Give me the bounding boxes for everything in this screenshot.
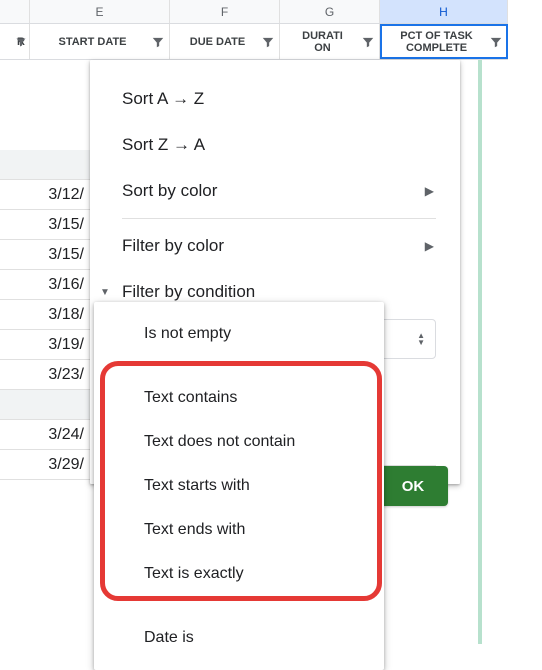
table-row[interactable]: 3/18/ — [0, 300, 90, 330]
option-text-is-exactly[interactable]: Text is exactly — [94, 552, 384, 596]
cell-value: 3/18/ — [48, 306, 84, 324]
sort-by-color[interactable]: Sort by color ▶ — [106, 168, 444, 214]
column-header-start-date: START DATE — [30, 24, 170, 59]
filter-by-condition-label: Filter by condition — [122, 282, 255, 302]
cell-value: 3/19/ — [48, 336, 84, 354]
condition-listbox: Is not empty Text contains Text does not… — [94, 302, 384, 670]
sort-za-label: Sort Z → A — [122, 135, 205, 155]
column-header-due-date: DUE DATE — [170, 24, 280, 59]
option-text-contains[interactable]: Text contains — [94, 376, 384, 420]
table-row[interactable]: 3/12/ — [0, 180, 90, 210]
option-date-is[interactable]: Date is — [94, 616, 384, 660]
column-letter-h[interactable]: H — [380, 0, 508, 23]
option-label: Text contains — [144, 389, 237, 407]
table-row[interactable]: 3/23/ — [0, 360, 90, 390]
sort-by-color-label: Sort by color — [122, 181, 217, 201]
chevron-right-icon: ▶ — [425, 239, 434, 253]
option-text-does-not-contain[interactable]: Text does not contain — [94, 420, 384, 464]
option-text-starts-with[interactable]: Text starts with — [94, 464, 384, 508]
column-header-partial: R — [0, 24, 30, 59]
table-row-shade — [0, 150, 90, 180]
ok-label: OK — [402, 478, 425, 495]
filter-by-color-label: Filter by color — [122, 236, 224, 256]
option-label: Text is exactly — [144, 565, 244, 583]
cell-value: 3/23/ — [48, 366, 84, 384]
filter-icon[interactable] — [489, 35, 503, 49]
updown-icon: ▲▼ — [417, 332, 425, 346]
filter-icon[interactable] — [151, 35, 165, 49]
divider — [122, 218, 436, 219]
cell-value: 3/15/ — [48, 246, 84, 264]
table-row[interactable]: 3/15/ — [0, 210, 90, 240]
option-label: Text does not contain — [144, 433, 295, 451]
sort-az[interactable]: Sort A → Z — [106, 76, 444, 122]
filter-by-color[interactable]: Filter by color ▶ — [106, 223, 444, 269]
option-text-ends-with[interactable]: Text ends with — [94, 508, 384, 552]
column-header-label: START DATE — [58, 36, 126, 48]
filter-icon[interactable] — [361, 35, 375, 49]
column-header-label: DUE DATE — [190, 36, 245, 48]
chevron-right-icon: ▶ — [425, 184, 434, 198]
cell-value: 3/24/ — [48, 426, 84, 444]
column-title-row: R START DATE DUE DATE DURATI ON PCT OF T… — [0, 24, 508, 60]
table-row[interactable]: 3/15/ — [0, 240, 90, 270]
option-label: Text starts with — [144, 477, 250, 495]
triangle-down-icon: ▼ — [100, 287, 110, 298]
option-label: Text ends with — [144, 521, 245, 539]
filter-icon[interactable] — [15, 36, 27, 48]
column-header-duration: DURATI ON — [280, 24, 380, 59]
column-header-label: PCT OF TASK COMPLETE — [386, 30, 487, 54]
selected-column-strip — [478, 60, 482, 644]
cell-value: 3/29/ — [48, 456, 84, 474]
column-header-pct-complete: PCT OF TASK COMPLETE — [380, 24, 508, 59]
column-letter-f[interactable]: F — [170, 0, 280, 23]
column-header-label: DURATI ON — [302, 30, 343, 54]
option-is-not-empty[interactable]: Is not empty — [94, 312, 384, 356]
sort-az-label: Sort A → Z — [122, 89, 204, 109]
filter-icon[interactable] — [261, 35, 275, 49]
cell-value: 3/16/ — [48, 276, 84, 294]
cell-value: 3/15/ — [48, 216, 84, 234]
column-letter-e[interactable]: E — [30, 0, 170, 23]
column-letter-partial[interactable] — [0, 0, 30, 23]
ok-button[interactable]: OK — [378, 466, 448, 506]
column-letter-g[interactable]: G — [280, 0, 380, 23]
table-row-shade — [0, 390, 90, 420]
option-label: Is not empty — [144, 325, 231, 343]
table-row[interactable]: 3/29/ — [0, 450, 90, 480]
cell-value: 3/12/ — [48, 186, 84, 204]
table-row[interactable]: 3/19/ — [0, 330, 90, 360]
option-label: Date is — [144, 629, 194, 647]
column-letter-row: E F G H — [0, 0, 508, 24]
sort-za[interactable]: Sort Z → A — [106, 122, 444, 168]
table-row[interactable]: 3/16/ — [0, 270, 90, 300]
table-row[interactable]: 3/24/ — [0, 420, 90, 450]
